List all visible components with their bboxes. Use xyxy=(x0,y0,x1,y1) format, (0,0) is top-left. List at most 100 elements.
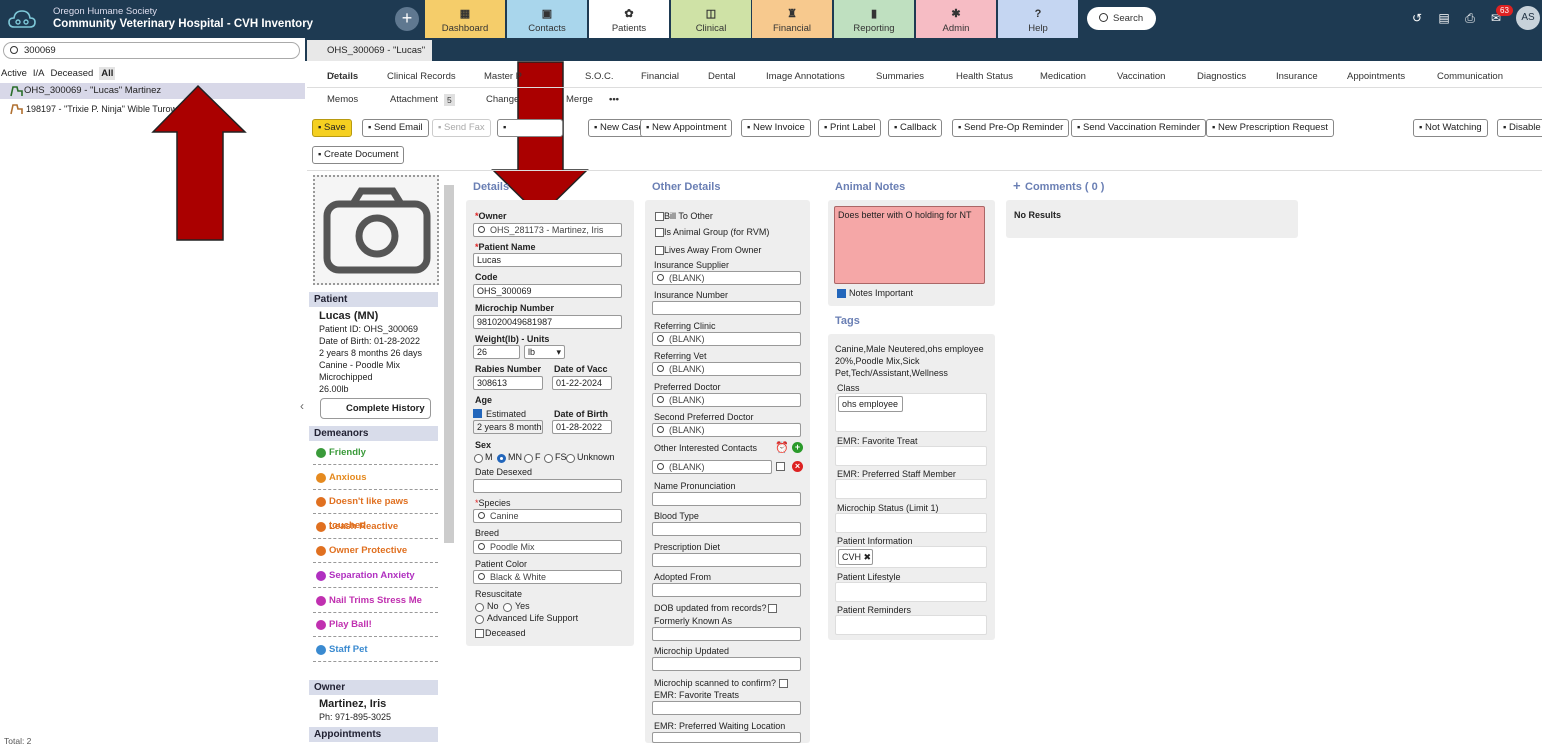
dob-updated-checkbox[interactable] xyxy=(768,604,777,613)
subtab-summaries[interactable]: Summaries xyxy=(876,71,924,82)
nav-tab-patients[interactable]: ✿ Patients xyxy=(589,0,669,38)
second_doc-field[interactable]: (BLANK) xyxy=(652,423,801,437)
subtab-change[interactable]: Change xyxy=(486,94,519,105)
scrollbar[interactable] xyxy=(444,185,454,543)
contacts-checkbox[interactable] xyxy=(776,462,785,471)
demeanor-item[interactable]: Separation Anxiety xyxy=(313,564,438,588)
vacc-date-field[interactable]: 01-22-2024 xyxy=(552,376,612,390)
pron-field[interactable] xyxy=(652,492,801,506)
code-field[interactable]: OHS_300069 xyxy=(473,284,622,298)
alarm-icon[interactable]: ⏰ xyxy=(775,441,789,454)
owner-field[interactable]: OHS_281173 - Martinez, Iris xyxy=(473,223,622,237)
diet-field[interactable] xyxy=(652,553,801,567)
print-label-button[interactable]: ▪ Print Label xyxy=(818,119,882,137)
history-icon[interactable]: ↺ xyxy=(1409,11,1425,25)
color-field[interactable]: Black & White xyxy=(473,570,622,584)
sex-f-radio[interactable] xyxy=(524,454,533,463)
send-fax-button[interactable]: ▪ Send Fax xyxy=(432,119,491,137)
subtab-dental[interactable]: Dental xyxy=(708,71,735,82)
fav-treats-field[interactable] xyxy=(652,701,801,715)
calculator-icon[interactable]: ▤ xyxy=(1436,11,1452,25)
weight-field[interactable]: 26 xyxy=(473,345,520,359)
subtab-appointments[interactable]: Appointments xyxy=(1347,71,1405,82)
resus-yes-radio[interactable] xyxy=(503,603,512,612)
demeanor-item[interactable]: Anxious xyxy=(313,466,438,490)
ins_sup-field[interactable]: (BLANK) xyxy=(652,271,801,285)
subtab-attachment[interactable]: Attachment xyxy=(390,94,438,105)
filter-all[interactable]: All xyxy=(99,67,116,80)
sex-m-radio[interactable] xyxy=(474,454,483,463)
notes-important-checkbox[interactable] xyxy=(837,289,846,298)
sex-mn-radio[interactable] xyxy=(497,454,506,463)
subtab-master-p[interactable]: Master P xyxy=(484,71,522,82)
subtab-s-o-c-[interactable]: S.O.C. xyxy=(585,71,614,82)
subtab-health-status[interactable]: Health Status xyxy=(956,71,1013,82)
add-comment-icon[interactable]: + xyxy=(1013,178,1021,193)
animal-group-checkbox[interactable] xyxy=(655,228,664,237)
demeanor-item[interactable]: Owner Protective xyxy=(313,539,438,564)
subtab-diagnostics[interactable]: Diagnostics xyxy=(1197,71,1246,82)
chip-status-field[interactable] xyxy=(835,513,987,533)
wait-loc-field[interactable] xyxy=(652,732,801,743)
demeanor-item[interactable]: Nail Trims Stress Me xyxy=(313,589,438,613)
new-appointment-button[interactable]: ▪ New Appointment xyxy=(640,119,733,137)
desexed-field[interactable] xyxy=(473,479,622,493)
nav-tab-help[interactable]: ? Help xyxy=(998,0,1078,38)
subtab-medication[interactable]: Medication xyxy=(1040,71,1086,82)
patient-search-input[interactable]: 300069 xyxy=(3,42,300,59)
sex-fs-radio[interactable] xyxy=(544,454,553,463)
microchip-field[interactable]: 981020049681987 xyxy=(473,315,622,329)
collapse-chevron-icon[interactable]: ‹ xyxy=(300,399,304,413)
pref_doc-field[interactable]: (BLANK) xyxy=(652,393,801,407)
reminder-button[interactable]: ▪ xyxy=(497,119,563,137)
deceased-checkbox[interactable] xyxy=(475,629,484,638)
staff-field[interactable] xyxy=(835,479,987,499)
nav-tab-clinical[interactable]: ◫ Clinical xyxy=(671,0,751,38)
attachment-count-badge[interactable]: 5 xyxy=(444,94,455,106)
subtab-image-annotations[interactable]: Image Annotations xyxy=(766,71,845,82)
save-button[interactable]: ▪ Save xyxy=(312,119,352,137)
add-button[interactable]: + xyxy=(395,7,419,31)
ins_num-field[interactable] xyxy=(652,301,801,315)
bill-other-checkbox[interactable] xyxy=(655,212,664,221)
rabies-field[interactable]: 308613 xyxy=(473,376,543,390)
ref_vet-field[interactable]: (BLANK) xyxy=(652,362,801,376)
more-icon[interactable]: ••• xyxy=(609,94,619,105)
fav-treat-field[interactable] xyxy=(835,446,987,466)
demeanor-item[interactable]: Friendly xyxy=(313,441,438,465)
nav-tab-admin[interactable]: ✱ Admin xyxy=(916,0,996,38)
subtab-clinical-records[interactable]: Clinical Records xyxy=(387,71,456,82)
send-vaccination-reminder-button[interactable]: ▪ Send Vaccination Reminder xyxy=(1071,119,1207,137)
demeanor-item[interactable]: Leash Reactive xyxy=(313,515,438,539)
dob-field[interactable]: 01-28-2022 xyxy=(552,420,612,434)
nav-tab-contacts[interactable]: ▣ Contacts xyxy=(507,0,587,38)
lifestyle-field[interactable] xyxy=(835,582,987,602)
estimated-checkbox[interactable] xyxy=(473,409,482,418)
create-document-button[interactable]: ▪ Create Document xyxy=(312,146,405,164)
chip-scan-checkbox[interactable] xyxy=(779,679,788,688)
not-watching-button[interactable]: ▪ Not Watching xyxy=(1413,119,1488,137)
subtab-vaccination[interactable]: Vaccination xyxy=(1117,71,1165,82)
filter-active[interactable]: Active xyxy=(1,68,27,79)
resus-no-radio[interactable] xyxy=(475,603,484,612)
avatar[interactable]: AS xyxy=(1516,6,1540,30)
species-field[interactable]: Canine xyxy=(473,509,622,523)
global-search-button[interactable]: Search xyxy=(1087,7,1156,30)
photo-placeholder[interactable] xyxy=(313,175,439,285)
nav-tab-dashboard[interactable]: ▦ Dashboard xyxy=(425,0,505,38)
nav-tab-reporting[interactable]: ▮ Reporting xyxy=(834,0,914,38)
sex-unknown-radio[interactable] xyxy=(566,454,575,463)
subtab-memos[interactable]: Memos xyxy=(327,94,358,105)
blood-field[interactable] xyxy=(652,522,801,536)
age-field[interactable]: 2 years 8 months xyxy=(473,420,543,434)
demeanor-item[interactable]: Staff Pet xyxy=(313,638,438,662)
subtab-details[interactable]: Details xyxy=(327,71,358,82)
filter-deceased[interactable]: Deceased xyxy=(51,68,94,79)
unit-select[interactable]: lb ▾ xyxy=(524,345,565,359)
animal-notes-textarea[interactable]: Does better with O holding for NT xyxy=(834,206,985,284)
contacts-field[interactable]: (BLANK) xyxy=(652,460,772,474)
reminders-field[interactable] xyxy=(835,615,987,635)
printer-icon[interactable]: ⎙ xyxy=(1462,11,1478,26)
demeanor-item[interactable]: Play Ball! xyxy=(313,613,438,638)
subtab-insurance[interactable]: Insurance xyxy=(1276,71,1318,82)
